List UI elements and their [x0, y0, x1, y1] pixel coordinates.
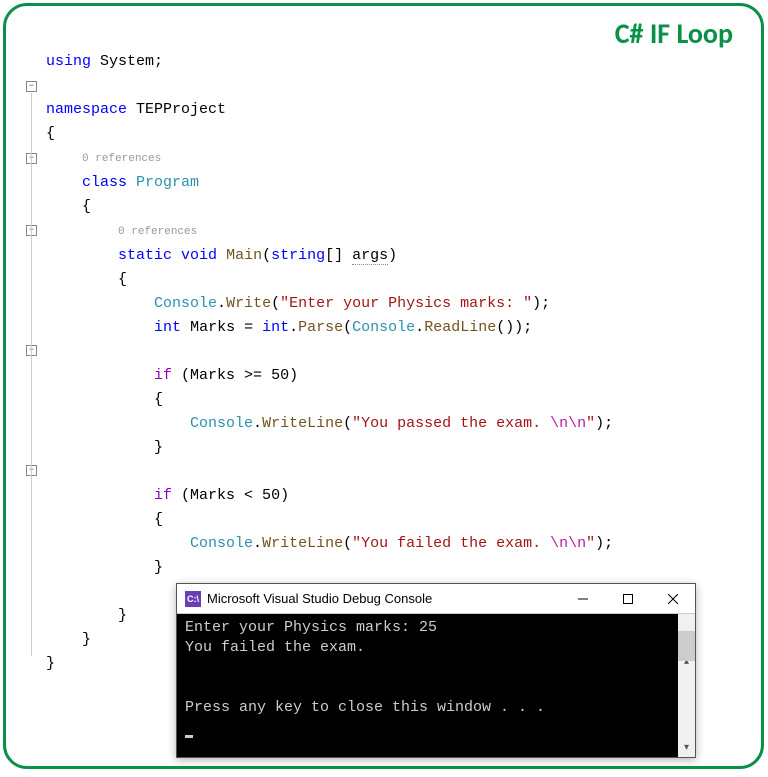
scroll-down-icon[interactable]: ▾ — [678, 740, 695, 757]
code-editor[interactable]: − − − − − using System; namespace TEPPro… — [26, 26, 62, 122]
class-name: Program — [136, 174, 199, 191]
console-line: Enter your Physics marks: 25 — [185, 619, 437, 636]
keyword-namespace: namespace — [46, 101, 127, 118]
debug-console-window: C:\ Microsoft Visual Studio Debug Consol… — [176, 583, 696, 758]
minimize-button[interactable] — [560, 584, 605, 614]
cursor-icon — [185, 735, 193, 738]
keyword-class: class — [82, 174, 127, 191]
codelens-refs[interactable]: 0 references — [82, 153, 161, 165]
main-frame: C# IF Loop − − − − − using System; names… — [3, 3, 764, 769]
namespace-name: TEPProject — [136, 101, 226, 118]
console-title-text: Microsoft Visual Studio Debug Console — [207, 591, 560, 606]
console-line: Press any key to close this window . . . — [185, 699, 545, 716]
escape-sequence: \n\n — [550, 415, 586, 432]
fold-gutter: − − − − − — [26, 26, 40, 676]
console-titlebar[interactable]: C:\ Microsoft Visual Studio Debug Consol… — [177, 584, 695, 614]
console-line: You failed the exam. — [185, 639, 365, 656]
close-button[interactable] — [650, 584, 695, 614]
page-title: C# IF Loop — [615, 16, 733, 51]
codelens-refs[interactable]: 0 references — [118, 226, 197, 238]
scroll-thumb[interactable] — [678, 631, 695, 661]
keyword-using: using — [46, 53, 91, 70]
maximize-button[interactable] — [605, 584, 650, 614]
identifier: System — [100, 53, 154, 70]
keyword-if: if — [154, 367, 172, 384]
method-name: Main — [226, 247, 262, 264]
console-output: Enter your Physics marks: 25 You failed … — [177, 614, 695, 757]
fold-icon[interactable]: − — [26, 81, 37, 92]
keyword-if: if — [154, 487, 172, 504]
fold-line — [31, 93, 32, 656]
string-literal: "Enter your Physics marks: " — [280, 295, 532, 312]
param-args: args — [352, 247, 388, 265]
code-content: using System; namespace TEPProject { 0 r… — [46, 26, 613, 676]
console-icon: C:\ — [185, 591, 201, 607]
escape-sequence: \n\n — [550, 535, 586, 552]
scrollbar[interactable]: ▴ ▾ — [678, 614, 695, 757]
